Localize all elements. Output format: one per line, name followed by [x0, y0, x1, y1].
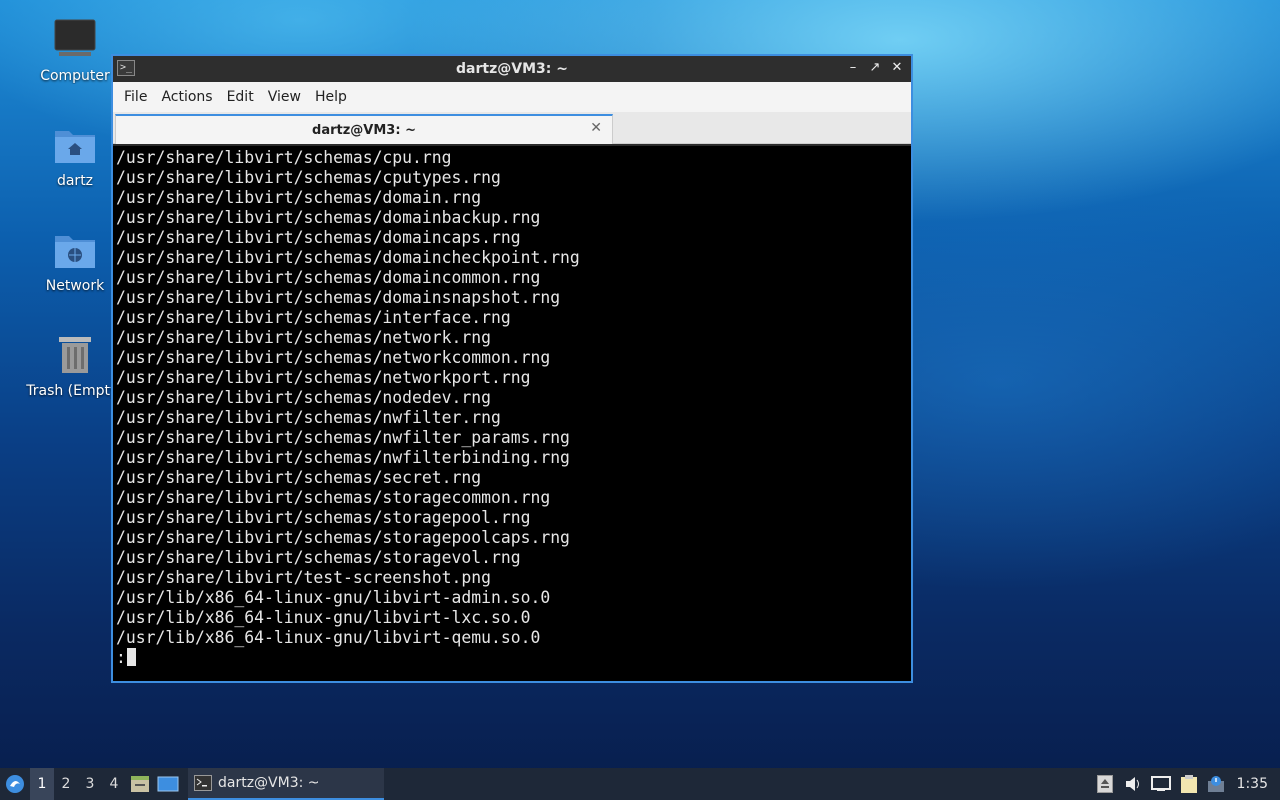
terminal-icon — [194, 775, 212, 791]
menu-help[interactable]: Help — [308, 82, 354, 112]
system-tray: 1:35 — [1091, 768, 1280, 800]
desktop-icon-label: Network — [45, 278, 105, 294]
network-folder-icon — [53, 228, 97, 272]
terminal-line: /usr/share/libvirt/schemas/nwfilter.rng — [116, 408, 501, 427]
computer-icon — [53, 18, 97, 62]
trash-icon — [53, 333, 97, 377]
terminal-line: /usr/share/libvirt/schemas/networkport.r… — [116, 368, 531, 387]
terminal-window: >_ dartz@VM3: ~ – ↗ ✕ File Actions Edit … — [111, 54, 913, 683]
terminal-line: /usr/share/libvirt/schemas/domainbackup.… — [116, 208, 541, 227]
terminal-line: /usr/share/libvirt/schemas/nwfilter_para… — [116, 428, 570, 447]
terminal-app-icon[interactable]: >_ — [117, 60, 135, 76]
terminal-line: /usr/share/libvirt/schemas/domain.rng — [116, 188, 482, 207]
tab-title: dartz@VM3: ~ — [312, 122, 416, 138]
desktop-icon-label: Trash (Empty) — [26, 383, 124, 399]
workspace-4[interactable]: 4 — [102, 768, 126, 800]
maximize-button[interactable]: ↗ — [867, 59, 883, 77]
terminal-line: /usr/share/libvirt/schemas/secret.rng — [116, 468, 482, 487]
menu-actions[interactable]: Actions — [154, 82, 219, 112]
terminal-line: /usr/share/libvirt/schemas/storagepoolca… — [116, 528, 570, 547]
eject-icon[interactable] — [1091, 768, 1119, 800]
desktop-icon-network[interactable]: Network — [25, 228, 125, 294]
menubar: File Actions Edit View Help — [113, 82, 911, 112]
terminal-line: /usr/share/libvirt/schemas/domaincheckpo… — [116, 248, 580, 267]
tab-close-icon[interactable]: ✕ — [590, 120, 602, 136]
menu-edit[interactable]: Edit — [220, 82, 261, 112]
terminal-line: /usr/lib/x86_64-linux-gnu/libvirt-qemu.s… — [116, 628, 541, 647]
desktop-icon-computer[interactable]: Computer — [25, 18, 125, 84]
clock[interactable]: 1:35 — [1231, 776, 1280, 792]
menu-file[interactable]: File — [117, 82, 154, 112]
desktop-icon-label: Computer — [40, 68, 110, 84]
window-title: dartz@VM3: ~ — [456, 61, 568, 77]
terminal-line: /usr/share/libvirt/schemas/network.rng — [116, 328, 491, 347]
terminal-line: /usr/share/libvirt/schemas/storagevol.rn… — [116, 548, 521, 567]
terminal-prompt: : — [116, 648, 126, 667]
workspace-1[interactable]: 1 — [30, 768, 54, 800]
taskbar-task-terminal[interactable]: dartz@VM3: ~ — [188, 768, 384, 800]
terminal-line: /usr/share/libvirt/schemas/cpu.rng — [116, 148, 452, 167]
terminal-line: /usr/lib/x86_64-linux-gnu/libvirt-lxc.so… — [116, 608, 531, 627]
terminal-line: /usr/share/libvirt/schemas/domaincommon.… — [116, 268, 541, 287]
terminal-line: /usr/share/libvirt/schemas/domaincaps.rn… — [116, 228, 521, 247]
volume-icon[interactable] — [1119, 768, 1147, 800]
menu-view[interactable]: View — [261, 82, 308, 112]
terminal-line: /usr/share/libvirt/schemas/nodedev.rng — [116, 388, 491, 407]
show-desktop-icon[interactable] — [154, 768, 182, 800]
workspace-2[interactable]: 2 — [54, 768, 78, 800]
home-folder-icon — [53, 123, 97, 167]
minimize-button[interactable]: – — [845, 59, 861, 77]
network-icon[interactable] — [1147, 768, 1175, 800]
terminal-line: /usr/share/libvirt/schemas/storagecommon… — [116, 488, 551, 507]
terminal-line: /usr/share/libvirt/test-screenshot.png — [116, 568, 491, 587]
clipboard-icon[interactable] — [1175, 768, 1203, 800]
terminal-tab[interactable]: dartz@VM3: ~ ✕ — [115, 114, 613, 144]
terminal-output[interactable]: /usr/share/libvirt/schemas/cpu.rng/usr/s… — [113, 146, 911, 681]
desktop-icon-trash[interactable]: Trash (Empty) — [25, 333, 125, 399]
desktop-icon-label: dartz — [56, 173, 94, 189]
taskbar: 1 2 3 4 dartz@VM3: ~ 1:35 — [0, 768, 1280, 800]
terminal-line: /usr/share/libvirt/schemas/storagepool.r… — [116, 508, 531, 527]
terminal-line: /usr/share/libvirt/schemas/cputypes.rng — [116, 168, 501, 187]
terminal-line: /usr/share/libvirt/schemas/networkcommon… — [116, 348, 551, 367]
terminal-cursor — [126, 648, 136, 666]
terminal-prompt-line: : — [116, 648, 911, 668]
terminal-line: /usr/share/libvirt/schemas/domainsnapsho… — [116, 288, 561, 307]
notification-icon[interactable] — [1203, 768, 1231, 800]
terminal-line: /usr/share/libvirt/schemas/interface.rng — [116, 308, 511, 327]
close-button[interactable]: ✕ — [889, 59, 905, 77]
file-manager-icon[interactable] — [126, 768, 154, 800]
window-titlebar[interactable]: >_ dartz@VM3: ~ – ↗ ✕ — [113, 56, 911, 82]
terminal-line: /usr/share/libvirt/schemas/nwfilterbindi… — [116, 448, 570, 467]
task-label: dartz@VM3: ~ — [218, 775, 320, 791]
start-menu-icon[interactable] — [0, 768, 30, 800]
workspace-3[interactable]: 3 — [78, 768, 102, 800]
desktop-icon-home[interactable]: dartz — [25, 123, 125, 189]
terminal-line: /usr/lib/x86_64-linux-gnu/libvirt-admin.… — [116, 588, 551, 607]
tab-bar: dartz@VM3: ~ ✕ — [113, 112, 911, 144]
